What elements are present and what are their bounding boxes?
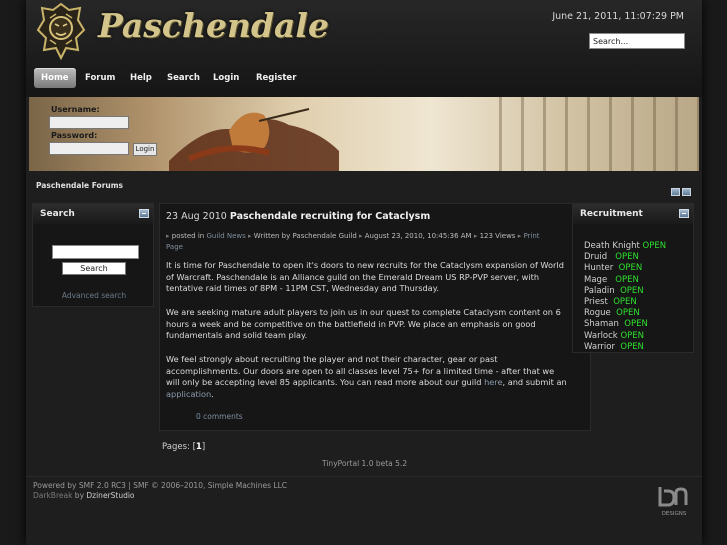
pages-end: ] <box>201 442 206 452</box>
sidebar-search-input[interactable] <box>52 245 139 259</box>
class-status: OPEN <box>620 285 644 296</box>
class-name: Mage <box>584 274 608 285</box>
meta-author: Written by Paschendale Guild <box>253 232 357 240</box>
class-status: OPEN <box>642 241 667 251</box>
recruitment-list: Death Knight OPEN Druid OPEN Hunter OPEN… <box>584 241 666 353</box>
class-status: OPEN <box>615 252 639 263</box>
article-meta: ▸ posted in Guild News ▸ Written by Pasc… <box>166 231 558 253</box>
application-link[interactable]: application <box>166 389 211 399</box>
page-wrapper: Paschendale June 21, 2011, 11:07:29 PM H… <box>26 0 702 545</box>
class-name: Rogue <box>584 308 611 319</box>
footer-divider <box>26 476 702 477</box>
search-panel-header: Search <box>33 204 153 224</box>
username-field[interactable] <box>49 116 129 129</box>
site-title[interactable]: Paschendale <box>98 6 329 45</box>
collapse-controls <box>669 188 691 198</box>
article-heading: 23 Aug 2010 Paschendale recruiting for C… <box>166 211 430 222</box>
recruit-row-warlock: Warlock OPEN <box>584 331 666 342</box>
recruit-row-priest: Priest OPEN <box>584 297 666 308</box>
collapse-search-icon[interactable] <box>139 209 149 218</box>
recruit-row-hunter: Hunter OPEN <box>584 263 666 274</box>
theme-name: DarkBreak <box>33 491 73 500</box>
class-name: Hunter <box>584 263 614 274</box>
password-label: Password: <box>51 131 98 140</box>
meta-timestamp: August 23, 2010, 10:45:36 AM <box>364 232 472 240</box>
class-name: Druid <box>584 252 608 263</box>
class-status: OPEN <box>624 319 648 330</box>
pagination: Pages: [1] <box>162 442 205 452</box>
advanced-search-link[interactable]: Advanced search <box>33 291 155 300</box>
breadcrumb[interactable]: Paschendale Forums <box>36 181 123 190</box>
theme-by: by <box>72 491 87 500</box>
nav-login[interactable]: Login <box>213 68 239 88</box>
paragraph-3-mid: , and submit an <box>502 377 567 387</box>
footer-theme-credit: DarkBreak by DzinerStudio <box>33 491 135 500</box>
article-title[interactable]: Paschendale recruiting for Cataclysm <box>230 211 430 222</box>
class-name: Paladin <box>584 285 615 296</box>
login-button[interactable]: Login <box>133 143 157 156</box>
search-panel-title: Search <box>40 209 75 219</box>
pages-label: Pages: [ <box>162 442 196 452</box>
dzinerstudio-logo-icon[interactable]: DESIGNS <box>656 483 692 517</box>
class-name: Priest <box>584 297 608 308</box>
banner-forest-image <box>499 97 699 171</box>
collapse-left-icon[interactable] <box>671 188 680 196</box>
search-panel: Search Search Advanced search <box>32 203 154 307</box>
class-name: Death Knight <box>584 241 640 251</box>
recruitment-title: Recruitment <box>580 209 643 219</box>
sidebar-search-button[interactable]: Search <box>62 262 126 275</box>
meta-category-link[interactable]: Guild News <box>206 232 245 240</box>
header-search-input[interactable] <box>589 33 685 49</box>
class-status: OPEN <box>613 297 637 308</box>
recruit-row-rogue: Rogue OPEN <box>584 308 666 319</box>
class-status: OPEN <box>615 274 639 285</box>
recruit-row-druid: Druid OPEN <box>584 252 666 263</box>
recruit-row-shaman: Shaman OPEN <box>584 319 666 330</box>
nav-home[interactable]: Home <box>34 68 76 88</box>
username-label: Username: <box>51 105 100 114</box>
footer-powered-by[interactable]: Powered by SMF 2.0 RC3 | SMF © 2006–2010… <box>33 481 287 490</box>
class-status: OPEN <box>620 341 644 352</box>
theme-author-link[interactable]: DzinerStudio <box>86 491 134 500</box>
recruit-row-mage: Mage OPEN <box>584 275 666 286</box>
recruit-row-death-knight: Death Knight OPEN <box>584 241 666 252</box>
meta-views: 123 Views <box>479 232 516 240</box>
collapse-recruitment-icon[interactable] <box>679 209 689 218</box>
class-name: Shaman <box>584 319 619 330</box>
nav-register[interactable]: Register <box>256 68 296 88</box>
meta-posted-in: posted in <box>171 232 205 240</box>
class-status: OPEN <box>616 308 640 319</box>
class-name: Warlock <box>584 330 618 341</box>
header-banner: Username: Password: Login <box>29 97 699 171</box>
collapse-right-icon[interactable] <box>682 188 691 196</box>
nav-search[interactable]: Search <box>167 68 200 88</box>
logo-designs-text: DESIGNS <box>662 511 687 517</box>
paragraph-3-end: . <box>211 388 214 399</box>
comments-link[interactable]: 0 comments <box>196 412 243 421</box>
site-header: Paschendale June 21, 2011, 11:07:29 PM H… <box>26 0 702 97</box>
nav-help[interactable]: Help <box>130 68 152 88</box>
class-status: OPEN <box>618 263 643 274</box>
nav-forum[interactable]: Forum <box>85 68 115 88</box>
password-field[interactable] <box>49 142 129 155</box>
article-paragraph-2: We are seeking mature adult players to j… <box>166 307 561 340</box>
guild-info-link[interactable]: here <box>484 377 502 387</box>
recruitment-panel-header: Recruitment <box>573 204 693 224</box>
class-name: Warrior <box>584 341 615 352</box>
banner-warrior-image <box>169 108 339 171</box>
class-status: OPEN <box>620 330 644 341</box>
article-paragraph-3: We feel strongly about recruiting the pl… <box>166 354 570 400</box>
alliance-lion-logo-icon[interactable] <box>36 2 86 60</box>
tinyportal-credit[interactable]: TinyPortal 1.0 beta 5.2 <box>322 459 407 468</box>
article-paragraph-1: It is time for Paschendale to open it's … <box>166 260 564 293</box>
current-datetime: June 21, 2011, 11:07:29 PM <box>552 11 684 22</box>
recruitment-panel: Recruitment Death Knight OPEN Druid OPEN… <box>572 203 694 353</box>
article-panel: 23 Aug 2010 Paschendale recruiting for C… <box>159 203 591 431</box>
recruit-row-warrior: Warrior OPEN <box>584 342 666 353</box>
article-date: 23 Aug 2010 <box>166 211 227 222</box>
recruit-row-paladin: Paladin OPEN <box>584 286 666 297</box>
